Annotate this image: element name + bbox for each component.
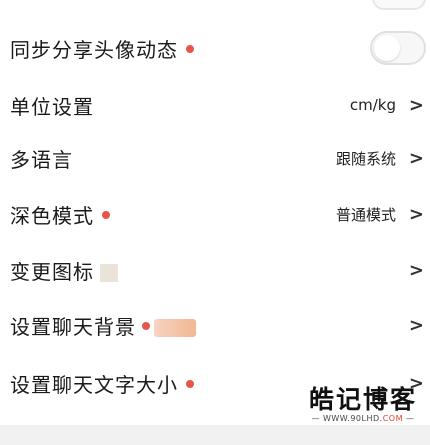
settings-row-chat-background[interactable]: 设置聊天背景 > (0, 300, 430, 350)
row-label: 同步分享头像动态 (10, 37, 178, 62)
red-dot-indicator (142, 322, 150, 330)
bottom-section-divider (0, 425, 430, 445)
row-label: 单位设置 (10, 94, 94, 119)
sync-avatar-toggle[interactable] (370, 31, 426, 65)
row-label: 深色模式 (10, 203, 94, 228)
watermark-logo: 皓记博客 — WWW.90LHD.COM — (298, 386, 428, 426)
settings-row-dark-mode[interactable]: 深色模式 普通模式 > (0, 189, 430, 239)
red-dot-indicator (102, 211, 110, 219)
row-value: 跟随系统 (335, 149, 396, 168)
chevron-right-icon: > (408, 259, 424, 281)
row-label: 设置聊天文字大小 (10, 372, 178, 397)
chevron-right-icon: > (408, 147, 424, 169)
toggle-knob (374, 35, 400, 61)
settings-row-sync-avatar[interactable]: 同步分享头像动态 (0, 23, 430, 73)
watermark-title: 皓记博客 (308, 385, 417, 414)
row-value: 普通模式 (335, 205, 396, 224)
app-icon-preview (100, 264, 118, 282)
chat-background-preview (154, 319, 196, 337)
settings-row-change-icon[interactable]: 变更图标 > (0, 245, 430, 295)
chevron-right-icon: > (408, 94, 424, 116)
settings-row-unit[interactable]: 单位设置 cm/kg > (0, 80, 430, 130)
red-dot-indicator (186, 380, 194, 388)
row-label: 多语言 (10, 147, 73, 172)
row-value: cm/kg (349, 96, 396, 114)
previous-row-toggle[interactable] (372, 0, 426, 10)
row-label: 变更图标 (10, 259, 94, 284)
chevron-right-icon: > (408, 314, 424, 336)
settings-row-language[interactable]: 多语言 跟随系统 > (0, 133, 430, 183)
row-label: 设置聊天背景 (10, 314, 136, 339)
red-dot-indicator (186, 45, 194, 53)
watermark-url: — WWW.90LHD.COM — (311, 414, 415, 423)
chevron-right-icon: > (408, 203, 424, 225)
